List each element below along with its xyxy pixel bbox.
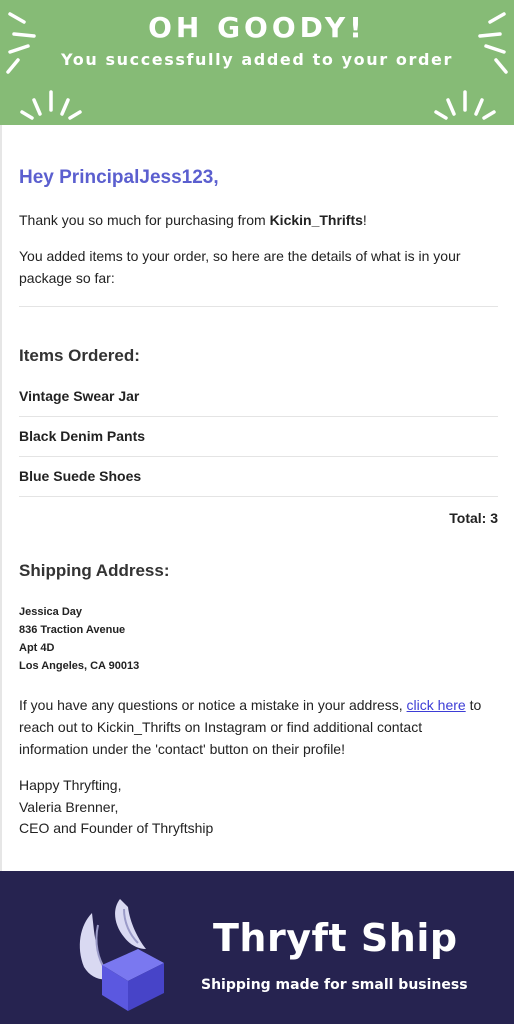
winged-box-icon [79, 899, 164, 1011]
address-unit: Apt 4D [19, 642, 55, 654]
contact-prefix: If you have any questions or notice a mi… [19, 697, 407, 713]
list-item: Blue Suede Shoes [19, 457, 498, 497]
address-city: Los Angeles, CA 90013 [19, 660, 140, 672]
header-title: OH GOODY! [148, 11, 366, 44]
email-body: OH GOODY! You successfully added to your… [0, 0, 514, 1024]
left-border [0, 125, 2, 871]
thanks-paragraph: Thank you so much for purchasing from Ki… [19, 209, 489, 231]
address-street: 836 Traction Avenue [19, 624, 126, 636]
items-heading: Items Ordered: [19, 346, 140, 365]
divider [19, 306, 498, 307]
address-name: Jessica Day [19, 606, 82, 618]
signoff-line: Happy Thryfting, [19, 777, 122, 793]
items-total: Total: 3 [449, 510, 498, 526]
added-items-paragraph: You added items to your order, so here a… [19, 248, 461, 286]
header-banner: OH GOODY! You successfully added to your… [0, 0, 514, 125]
signer-name: Valeria Brenner, [19, 798, 119, 815]
thanks-prefix: Thank you so much for purchasing from [19, 212, 270, 228]
contact-link[interactable]: click here [407, 697, 466, 713]
sparkle-burst-icon [20, 90, 82, 120]
header-subtitle: You successfully added to your order [61, 50, 453, 69]
thanks-suffix: ! [362, 212, 367, 228]
sparkle-burst-icon [434, 90, 496, 120]
contact-paragraph: If you have any questions or notice a mi… [19, 694, 489, 760]
shipping-heading: Shipping Address: [19, 561, 170, 580]
footer-brand: Thryft Ship [213, 916, 458, 960]
signoff: Happy Thryfting, Valeria Brenner, CEO an… [19, 775, 213, 840]
shipping-address: Jessica Day 836 Traction Avenue Apt 4D L… [19, 603, 139, 675]
greeting-heading: Hey PrincipalJess123, [19, 167, 219, 188]
items-list: Vintage Swear Jar Black Denim Pants Blue… [19, 377, 498, 497]
footer: Thryft Ship Shipping made for small busi… [0, 871, 514, 1024]
list-item: Black Denim Pants [19, 417, 498, 457]
list-item: Vintage Swear Jar [19, 377, 498, 417]
footer-tagline: Shipping made for small business [201, 977, 468, 993]
signer-title: CEO and Founder of Thryftship [19, 820, 214, 836]
shop-name: Kickin_Thrifts [269, 212, 363, 228]
